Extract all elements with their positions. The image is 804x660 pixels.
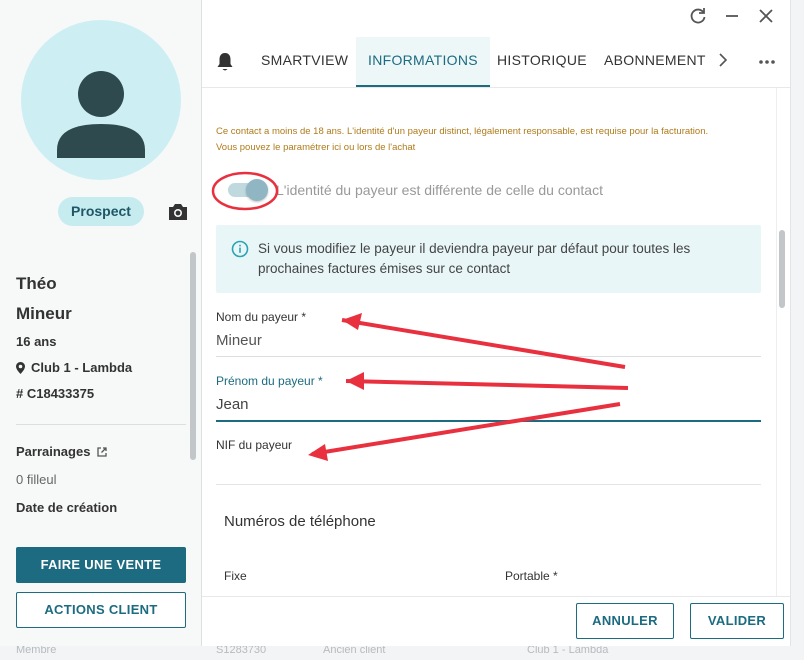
contact-id: # C18433375 <box>16 386 95 401</box>
user-silhouette-icon <box>57 71 145 158</box>
status-badge: Prospect <box>58 197 144 226</box>
mobile-phone-label: Portable * <box>505 569 558 583</box>
divider <box>216 484 761 485</box>
minimize-icon[interactable] <box>722 6 742 26</box>
payer-first-name-label: Prénom du payeur * <box>216 374 323 388</box>
payer-different-toggle-label: L'identité du payeur est différente de c… <box>276 182 603 198</box>
minor-warning-line: Vous pouvez le paramétrer ici ou lors de… <box>216 142 416 153</box>
contact-last-name: Mineur <box>16 304 72 323</box>
window-controls <box>688 6 776 26</box>
minor-warning-line: Ce contact a moins de 18 ans. L'identité… <box>216 126 709 137</box>
field-underline <box>216 356 761 357</box>
parrainages-link[interactable]: Parrainages <box>16 444 108 459</box>
contact-club: Club 1 - Lambda <box>16 360 132 375</box>
tab-bar: SMARTVIEW INFORMATIONS HISTORIQUE ABONNE… <box>202 37 790 88</box>
payer-different-toggle[interactable] <box>228 179 268 201</box>
field-underline <box>216 420 761 422</box>
camera-icon[interactable] <box>167 202 189 222</box>
date-creation-label: Date de création <box>16 500 118 515</box>
payer-last-name-label: Nom du payeur * <box>216 310 307 324</box>
tab-historique[interactable]: HISTORIQUE <box>497 37 587 87</box>
payer-last-name-input[interactable]: Mineur <box>216 332 761 354</box>
tab-smartview[interactable]: SMARTVIEW <box>261 37 348 87</box>
sidebar-scrollbar[interactable] <box>190 252 196 460</box>
avatar <box>21 20 181 180</box>
fixe-phone-label: Fixe <box>224 569 247 583</box>
payer-nif-field[interactable]: NIF du payeur <box>216 438 761 482</box>
divider <box>16 424 186 425</box>
close-icon[interactable] <box>756 6 776 26</box>
form-scrollbar[interactable] <box>779 230 785 308</box>
payer-nif-input[interactable] <box>216 460 761 482</box>
payer-info-box: Si vous modifiez le payeur il deviendra … <box>216 225 761 293</box>
client-actions-button[interactable]: ACTIONS CLIENT <box>16 592 186 628</box>
make-sale-button[interactable]: FAIRE UNE VENTE <box>16 547 186 583</box>
phones-section-title: Numéros de téléphone <box>224 513 376 530</box>
tab-abonnement[interactable]: ABONNEMENT <box>604 37 706 87</box>
background-page-edge <box>790 0 804 660</box>
payer-different-toggle-row: L'identité du payeur est différente de c… <box>216 176 603 204</box>
contact-sidebar: Prospect Théo Mineur 16 ans Club 1 - Lam… <box>0 0 202 646</box>
contact-club-label: Club 1 - Lambda <box>31 360 133 375</box>
info-icon <box>231 240 249 258</box>
bell-icon[interactable] <box>215 51 235 73</box>
location-pin-icon <box>16 361 25 374</box>
chevron-right-icon[interactable] <box>717 51 729 69</box>
payer-nif-label: NIF du payeur <box>216 438 293 452</box>
contact-first-name: Théo <box>16 274 57 293</box>
payer-info-text: Si vous modifiez le payeur il deviendra … <box>258 241 691 276</box>
form-scroll-track <box>776 88 777 596</box>
payer-last-name-field[interactable]: Nom du payeur * Mineur <box>216 310 761 357</box>
payer-first-name-field[interactable]: Prénom du payeur * Jean <box>216 374 761 422</box>
contact-age: 16 ans <box>16 334 57 349</box>
cancel-button[interactable]: ANNULER <box>576 603 674 639</box>
validate-button[interactable]: VALIDER <box>690 603 784 639</box>
external-link-icon[interactable] <box>96 446 108 458</box>
toggle-knob <box>246 179 268 201</box>
refresh-icon[interactable] <box>688 6 708 26</box>
tab-informations[interactable]: INFORMATIONS <box>356 37 490 87</box>
background-page-bottom: Membre S1283730 Ancien client Club 1 - L… <box>0 644 804 660</box>
filleul-count: 0 filleul <box>16 472 57 487</box>
minor-warning: Ce contact a moins de 18 ans. L'identité… <box>216 124 776 156</box>
more-icon[interactable] <box>758 59 776 65</box>
parrainages-label: Parrainages <box>16 444 91 459</box>
payer-first-name-input[interactable]: Jean <box>216 396 761 418</box>
